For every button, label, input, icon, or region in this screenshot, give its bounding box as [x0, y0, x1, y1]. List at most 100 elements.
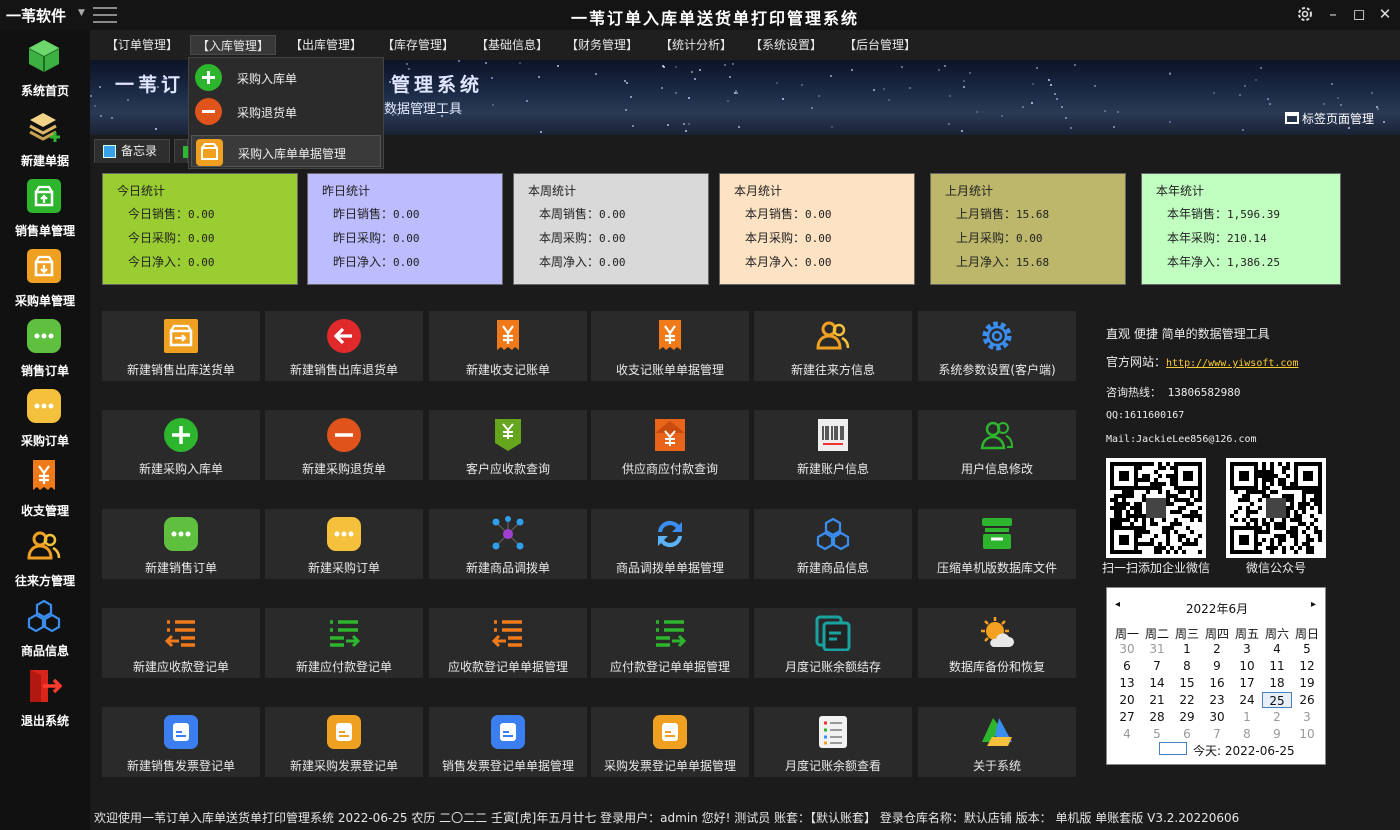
calendar-day[interactable]: 7 [1202, 726, 1232, 742]
calendar-day[interactable]: 15 [1172, 675, 1202, 691]
sidebar-item-5[interactable]: 采购订单 [0, 384, 90, 454]
maximize-icon[interactable]: ◻ [1348, 4, 1370, 24]
shortcut-tile[interactable]: 系统参数设置(客户端) [918, 311, 1076, 381]
shortcut-tile[interactable]: 应收款登记单单据管理 [429, 608, 587, 678]
shortcut-tile[interactable]: 供应商应付款查询 [591, 410, 749, 480]
calendar-day[interactable]: 23 [1202, 692, 1232, 708]
shortcut-tile[interactable]: 新建采购订单 [265, 509, 423, 579]
calendar-day[interactable]: 3 [1292, 709, 1322, 725]
calendar-day[interactable]: 20 [1112, 692, 1142, 708]
calendar-day[interactable]: 4 [1262, 641, 1292, 657]
sidebar-item-7[interactable]: 往来方管理 [0, 524, 90, 594]
calendar-day[interactable]: 5 [1142, 726, 1172, 742]
shortcut-tile[interactable]: 用户信息修改 [918, 410, 1076, 480]
menu-item-purchase-inbound-manage[interactable]: 采购入库单单据管理 [191, 135, 381, 167]
calendar-day[interactable]: 1 [1232, 709, 1262, 725]
calendar-day[interactable]: 14 [1142, 675, 1172, 691]
shortcut-tile[interactable]: 商品调拨单单据管理 [591, 509, 749, 579]
menu-item-2[interactable]: 【出库管理】 [284, 35, 368, 55]
shortcut-tile[interactable]: 压缩单机版数据库文件 [918, 509, 1076, 579]
calendar-day[interactable]: 29 [1172, 709, 1202, 725]
shortcut-tile[interactable]: 新建应付款登记单 [265, 608, 423, 678]
menu-item-1[interactable]: 【入库管理】 [190, 35, 277, 55]
shortcut-tile[interactable]: 新建往来方信息 [754, 311, 912, 381]
close-icon[interactable]: ✕ [1374, 4, 1396, 24]
calendar-day[interactable]: 7 [1142, 658, 1172, 674]
shortcut-tile[interactable]: 新建应收款登记单 [102, 608, 260, 678]
website-link[interactable]: http://www.yiwsoft.com [1166, 358, 1298, 369]
shortcut-tile[interactable]: 新建收支记账单 [429, 311, 587, 381]
shortcut-tile[interactable]: 新建采购退货单 [265, 410, 423, 480]
shortcut-tile[interactable]: 月度记账余额查看 [754, 707, 912, 777]
calendar-day[interactable]: 30 [1112, 641, 1142, 657]
calendar-day[interactable]: 10 [1232, 658, 1262, 674]
sidebar-item-0[interactable]: 系统首页 [0, 34, 90, 104]
shortcut-tile[interactable]: 收支记账单单据管理 [591, 311, 749, 381]
tab-memo[interactable]: 备忘录 [94, 139, 170, 163]
shortcut-tile[interactable]: 采购发票登记单单据管理 [591, 707, 749, 777]
calendar-day[interactable]: 18 [1262, 675, 1292, 691]
shortcut-tile[interactable]: 新建销售发票登记单 [102, 707, 260, 777]
calendar-day[interactable]: 10 [1292, 726, 1322, 742]
calendar-day[interactable]: 5 [1292, 641, 1322, 657]
calendar-day[interactable]: 4 [1112, 726, 1142, 742]
calendar-day[interactable]: 6 [1172, 726, 1202, 742]
shortcut-tile[interactable]: 新建销售出库送货单 [102, 311, 260, 381]
shortcut-tile[interactable]: 新建商品调拨单 [429, 509, 587, 579]
tab-home[interactable] [174, 139, 189, 163]
shortcut-tile[interactable]: 新建商品信息 [754, 509, 912, 579]
calendar-day[interactable]: 26 [1292, 692, 1322, 708]
calendar-day[interactable]: 2 [1262, 709, 1292, 725]
calendar-day[interactable]: 9 [1262, 726, 1292, 742]
shortcut-tile[interactable]: 关于系统 [918, 707, 1076, 777]
calendar-day[interactable]: 28 [1142, 709, 1172, 725]
calendar-day[interactable]: 27 [1112, 709, 1142, 725]
shortcut-tile[interactable]: 新建采购入库单 [102, 410, 260, 480]
menu-item-4[interactable]: 【基础信息】 [470, 35, 554, 55]
calendar-day[interactable]: 21 [1142, 692, 1172, 708]
menu-item-7[interactable]: 【系统设置】 [744, 35, 828, 55]
calendar-day[interactable]: 8 [1232, 726, 1262, 742]
shortcut-tile[interactable]: 数据库备份和恢复 [918, 608, 1076, 678]
calendar-day[interactable]: 16 [1202, 675, 1232, 691]
shortcut-tile[interactable]: 新建销售出库退货单 [265, 311, 423, 381]
sidebar-item-3[interactable]: 采购单管理 [0, 244, 90, 314]
calendar-day[interactable]: 9 [1202, 658, 1232, 674]
tag-page-manage-button[interactable]: 标签页面管理 [1284, 110, 1374, 127]
settings-gear-icon[interactable] [1294, 4, 1316, 24]
calendar-day[interactable]: 3 [1232, 641, 1262, 657]
sidebar-item-6[interactable]: 收支管理 [0, 454, 90, 524]
calendar-day[interactable]: 31 [1142, 641, 1172, 657]
menu-item-8[interactable]: 【后台管理】 [838, 35, 922, 55]
calendar-day[interactable]: 12 [1292, 658, 1322, 674]
calendar-next-button[interactable]: ▸ [1311, 599, 1316, 610]
menu-item-6[interactable]: 【统计分析】 [654, 35, 738, 55]
shortcut-tile[interactable]: 销售发票登记单单据管理 [429, 707, 587, 777]
shortcut-tile[interactable]: 新建采购发票登记单 [265, 707, 423, 777]
menu-item-purchase-inbound[interactable]: 采购入库单 [191, 61, 381, 93]
minimize-icon[interactable]: – [1322, 4, 1344, 24]
menu-item-purchase-return[interactable]: 采购退货单 [191, 95, 381, 127]
calendar-day[interactable]: 8 [1172, 658, 1202, 674]
sidebar-item-8[interactable]: 商品信息 [0, 594, 90, 664]
calendar-day-selected[interactable]: 25 [1262, 692, 1292, 708]
menu-item-5[interactable]: 【财务管理】 [560, 35, 644, 55]
menu-item-0[interactable]: 【订单管理】 [100, 35, 184, 55]
calendar-day[interactable]: 22 [1172, 692, 1202, 708]
shortcut-tile[interactable]: 客户应收款查询 [429, 410, 587, 480]
sidebar-item-9[interactable]: 退出系统 [0, 664, 90, 734]
shortcut-tile[interactable]: 月度记账余额结存 [754, 608, 912, 678]
calendar-day[interactable]: 6 [1112, 658, 1142, 674]
sidebar-item-2[interactable]: 销售单管理 [0, 174, 90, 244]
calendar-day[interactable]: 2 [1202, 641, 1232, 657]
shortcut-tile[interactable]: 新建销售订单 [102, 509, 260, 579]
calendar-day[interactable]: 11 [1262, 658, 1292, 674]
sidebar-item-4[interactable]: 销售订单 [0, 314, 90, 384]
menu-item-3[interactable]: 【库存管理】 [376, 35, 460, 55]
calendar-day[interactable]: 24 [1232, 692, 1262, 708]
shortcut-tile[interactable]: 新建账户信息 [754, 410, 912, 480]
calendar-today-label[interactable]: 今天: 2022-06-25 [1193, 742, 1295, 759]
calendar-day[interactable]: 17 [1232, 675, 1262, 691]
shortcut-tile[interactable]: 应付款登记单单据管理 [591, 608, 749, 678]
sidebar-item-1[interactable]: 新建单据 [0, 104, 90, 174]
